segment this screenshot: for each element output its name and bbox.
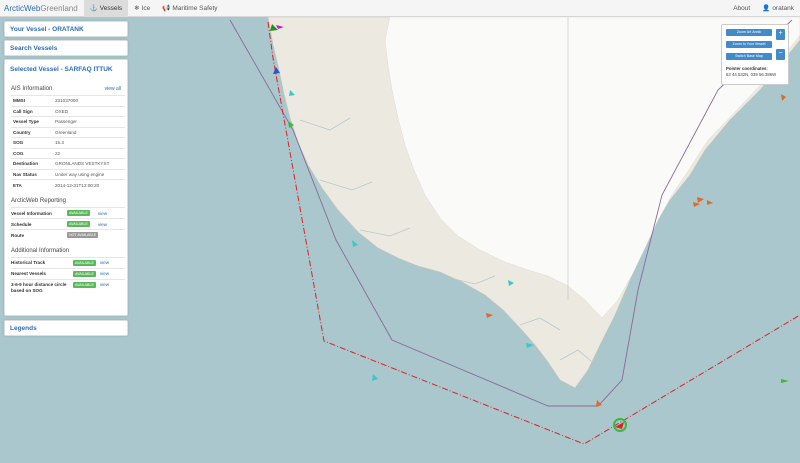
- status-badge: AVAILABLE: [73, 260, 96, 266]
- ais-info-table: MMSI 331037000 Call Sign OXED Vessel Type Pas…: [11, 95, 125, 190]
- zoom-to-vessel-button[interactable]: Zoom to Your Vessel: [726, 41, 772, 48]
- additional-row: 3-6-9 hour distance circle based on SOG A…: [11, 279, 125, 293]
- snowflake-icon: ❄: [134, 5, 140, 12]
- legends-title[interactable]: Legends: [5, 321, 127, 337]
- view-link[interactable]: view: [100, 260, 109, 265]
- reporting-key: Schedule: [11, 221, 32, 227]
- top-navbar: ArcticWeb Greenland ⚓ Vessels ❄ Ice 📢 Mar…: [0, 0, 800, 17]
- nav-user-label: oratank: [772, 4, 794, 12]
- additional-key: Historical Track: [11, 260, 46, 265]
- reporting-row: Vessel Information AVAILABLE view: [11, 207, 125, 218]
- reporting-row: Route NOT AVAILABLE: [11, 229, 125, 240]
- view-link[interactable]: view: [98, 211, 107, 216]
- search-vessels-title[interactable]: Search Vessels: [5, 41, 127, 57]
- nav-maritime-safety-label: Maritime Safety: [172, 4, 218, 12]
- brand-part2: Greenland: [40, 3, 78, 13]
- ais-row: Vessel Type Passenger: [11, 116, 125, 127]
- nav-about-label: About: [733, 4, 751, 12]
- ais-row: SOG 15.3: [11, 137, 125, 148]
- ais-key: Call Sign: [11, 105, 53, 117]
- additional-key: 3-6-9 hour distance circle based on SOG: [11, 282, 67, 293]
- ais-value: GRONLANDS VESTKYST: [53, 158, 125, 169]
- reporting-key: Vessel Information: [11, 210, 52, 216]
- ais-section-header: AIS Information view all: [5, 78, 127, 95]
- ais-key: MMSI: [11, 95, 53, 106]
- ais-row: Country Greenland: [11, 126, 125, 138]
- anchor-icon: ⚓: [89, 5, 98, 12]
- bullhorn-icon: 📢: [162, 5, 171, 12]
- selected-vessel-title[interactable]: Selected Vessel - SARFAQ ITTUK: [5, 60, 127, 78]
- zoom-out-button[interactable]: −: [776, 49, 785, 60]
- status-badge: AVAILABLE: [73, 282, 96, 288]
- ais-key: COG: [11, 147, 53, 159]
- search-vessels-panel[interactable]: Search Vessels: [4, 40, 128, 56]
- reporting-section-header: ArcticWeb Reporting: [5, 190, 127, 207]
- nav-maritime-safety[interactable]: 📢 Maritime Safety: [156, 0, 223, 17]
- ais-value: OXED: [53, 105, 125, 117]
- ais-key: Nav Status: [11, 168, 53, 180]
- ais-key: ETA: [11, 179, 53, 190]
- reporting-row: Schedule AVAILABLE view: [11, 218, 125, 229]
- switch-base-map-button[interactable]: Switch Base Map: [726, 53, 772, 60]
- ais-value: 15.3: [53, 137, 125, 148]
- additional-key: Nearest Vessels: [11, 271, 46, 276]
- ais-row: Call Sign OXED: [11, 105, 125, 117]
- ais-value: Passenger: [53, 116, 125, 127]
- nav-about[interactable]: About: [727, 0, 756, 17]
- additional-section-title: Additional Information: [11, 248, 70, 254]
- ais-row: Nav Status Under way using engine: [11, 168, 125, 180]
- zoom-arctic-button[interactable]: Zoom Art Arctic: [726, 29, 772, 36]
- ais-row: ETA 2014-12-31T12:00:20: [11, 179, 125, 190]
- nav-vessels[interactable]: ⚓ Vessels: [83, 0, 129, 17]
- additional-section-header: Additional Information: [5, 240, 127, 257]
- ais-key: Country: [11, 126, 53, 138]
- ais-section-title: AIS Information: [11, 86, 53, 92]
- view-link[interactable]: view: [98, 222, 107, 227]
- brand-part1: ArcticWeb: [4, 3, 41, 13]
- pointer-coordinates-value: 63 44.532N, 039 56.386W: [726, 72, 777, 77]
- status-badge: NOT AVAILABLE: [67, 232, 99, 238]
- reporting-key: Route: [11, 232, 25, 238]
- ais-value: 331037000: [53, 95, 125, 106]
- ais-value: Greenland: [53, 126, 125, 138]
- nav-user-menu[interactable]: 👤 oratank: [756, 0, 800, 17]
- additional-row: Nearest Vessels AVAILABLE view: [11, 268, 125, 279]
- nav-ice[interactable]: ❄ Ice: [128, 0, 156, 17]
- ais-value: 2014-12-31T12:00:20: [53, 179, 125, 190]
- status-badge: AVAILABLE: [67, 221, 90, 227]
- user-icon: 👤: [762, 5, 771, 12]
- ais-row: Destination GRONLANDS VESTKYST: [11, 158, 125, 169]
- status-badge: AVAILABLE: [67, 210, 90, 216]
- additional-list: Historical Track AVAILABLE view Nearest Ves…: [5, 257, 127, 293]
- additional-row: Historical Track AVAILABLE view: [11, 257, 125, 268]
- nav-ice-label: Ice: [141, 4, 151, 12]
- ais-key: SOG: [11, 137, 53, 148]
- selected-vessel-panel: Selected Vessel - SARFAQ ITTUK AIS Infor…: [4, 59, 128, 316]
- ais-row: COG 22: [11, 147, 125, 159]
- ais-value: 22: [53, 147, 125, 159]
- brand-logo[interactable]: ArcticWeb Greenland: [0, 0, 84, 17]
- pointer-coordinates-label: Pointer coordinates:: [726, 66, 768, 71]
- reporting-section-title: ArcticWeb Reporting: [11, 198, 66, 204]
- map-controls-panel: Zoom Art Arctic Zoom to Your Vessel Swit…: [721, 24, 789, 85]
- status-badge: AVAILABLE: [73, 271, 96, 277]
- zoom-in-button[interactable]: +: [776, 29, 785, 40]
- reporting-list: Vessel Information AVAILABLE view Schedule A…: [5, 207, 127, 240]
- view-all-link[interactable]: view all: [105, 86, 121, 92]
- ais-value: Under way using engine: [53, 168, 125, 180]
- your-vessel-title[interactable]: Your Vessel - ORATANK: [5, 22, 127, 38]
- ais-key: Vessel Type: [11, 116, 53, 127]
- nav-vessels-label: Vessels: [99, 4, 123, 12]
- view-link[interactable]: view: [100, 282, 109, 287]
- legends-panel[interactable]: Legends: [4, 320, 128, 336]
- ais-key: Destination: [11, 158, 53, 169]
- view-link[interactable]: view: [100, 271, 109, 276]
- your-vessel-panel[interactable]: Your Vessel - ORATANK: [4, 21, 128, 37]
- ais-row: MMSI 331037000: [11, 95, 125, 106]
